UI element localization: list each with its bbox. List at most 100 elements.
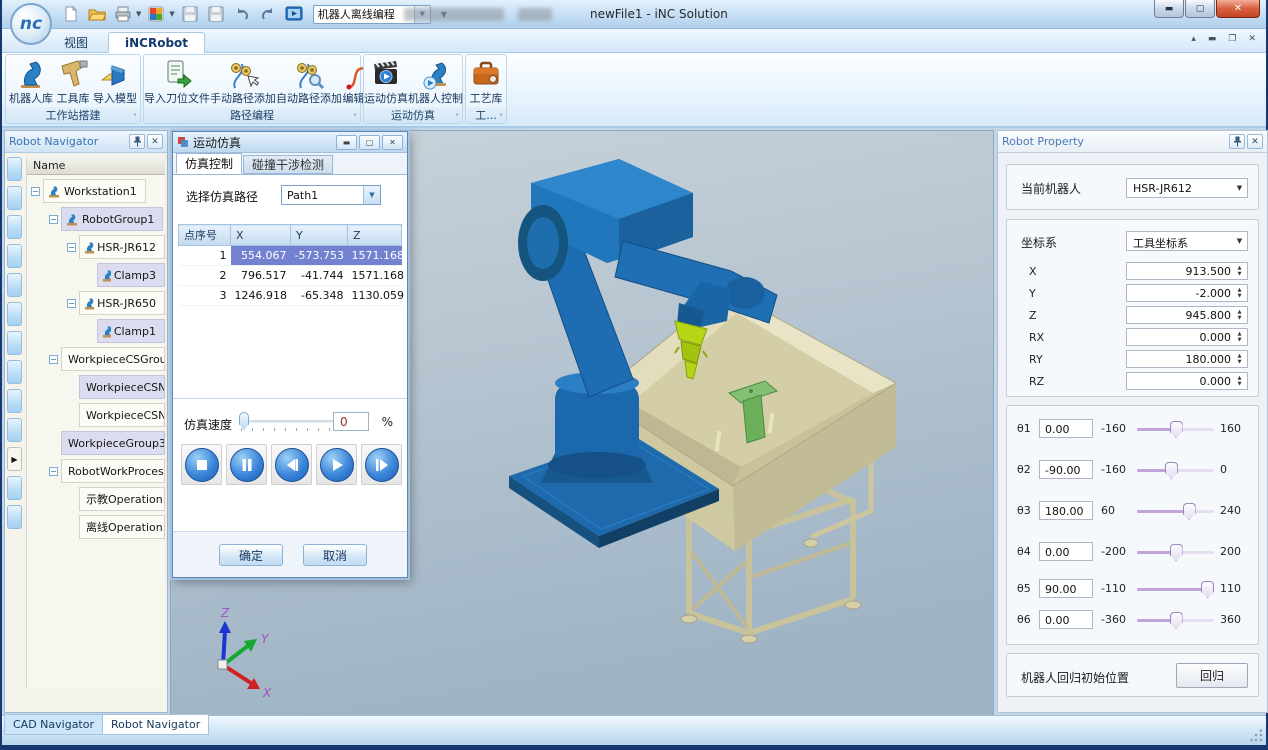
theta5-input[interactable]: 90.00 [1039,579,1093,598]
tree-item-clamp1[interactable]: Clamp1 [27,319,165,343]
play-button[interactable] [316,444,357,485]
close-button[interactable]: ✕ [1216,0,1260,18]
tree-item-teach-operation[interactable]: 示教Operation... [27,487,165,511]
theta6-input[interactable]: 0.00 [1039,610,1093,629]
col-header-x[interactable]: X [231,225,291,246]
strip-button[interactable] [7,215,22,239]
theta4-input[interactable]: 0.00 [1039,542,1093,561]
group-expand-arrow[interactable]: ˅ [499,113,503,122]
tree-item-hsr-jr612[interactable]: − HSR-JR612 [27,235,165,259]
strip-button[interactable] [7,244,22,268]
cancel-button[interactable]: 取消 [303,544,367,566]
x-input[interactable]: 913.500▲▼ [1126,262,1248,280]
print-dropdown-arrow[interactable]: ▼ [136,10,141,18]
minimize-button[interactable]: ▬ [1154,0,1184,18]
tab-robot-navigator[interactable]: Robot Navigator [103,714,209,735]
print-button[interactable] [112,3,134,25]
theta1-slider[interactable] [1137,428,1214,431]
strip-button[interactable] [7,186,22,210]
redo-button[interactable] [257,3,279,25]
mdi-pin-icon[interactable]: ▴ [1191,34,1196,44]
group-expand-arrow[interactable]: ˅ [353,113,357,122]
strip-button[interactable] [7,302,22,326]
col-header-z[interactable]: Z [348,225,402,246]
tab-collision-detection[interactable]: 碰撞干涉检测 [243,155,333,174]
speed-value-input[interactable]: 0 [333,412,369,431]
undo-button[interactable] [231,3,253,25]
robot-library-button[interactable]: 机器人库 [9,57,53,109]
tree-item-workpiececsgroup[interactable]: − WorkpieceCSGrou... [27,347,165,371]
table-row[interactable]: 2 796.517 -41.744 1571.168 [179,266,402,286]
pin-icon[interactable] [1229,134,1245,149]
tree-item-workpiecegroup3[interactable]: WorkpieceGroup3 [27,431,165,455]
collapse-icon[interactable]: − [49,215,58,224]
strip-expand-arrow[interactable]: ▶ [7,447,22,471]
collapse-icon[interactable]: − [49,467,58,476]
theta5-slider[interactable] [1137,588,1214,591]
path-point-table[interactable]: 点序号 X Y Z 1 554.067 -573.753 1571.168 2 … [178,224,402,306]
spinner-arrows[interactable]: ▲▼ [1234,264,1245,278]
spinner-arrows[interactable]: ▲▼ [1234,374,1245,388]
tree-item-workstation1[interactable]: − Workstation1 [27,179,165,203]
save-all-button[interactable] [205,3,227,25]
strip-button[interactable] [7,389,22,413]
group-expand-arrow[interactable]: ˅ [133,113,137,122]
dialog-close-button[interactable]: ✕ [382,135,403,150]
step-back-button[interactable] [271,444,312,485]
tree-item-robotgroup1[interactable]: − RobotGroup1 [27,207,165,231]
tool-library-button[interactable]: 工具库 [56,57,90,109]
close-icon[interactable]: ✕ [147,134,163,149]
pin-icon[interactable] [129,134,145,149]
strip-button[interactable] [7,505,22,529]
dialog-title-bar[interactable]: 运动仿真 ▬ ▢ ✕ [173,132,407,153]
dialog-maximize-button[interactable]: ▢ [359,135,380,150]
capture-dropdown-arrow[interactable]: ▼ [169,10,174,18]
path-combobox[interactable]: Path1 ▼ [281,185,381,205]
theta1-input[interactable]: 0.00 [1039,419,1093,438]
mdi-minimize-button[interactable]: ▬ [1208,34,1217,44]
strip-button[interactable] [7,360,22,384]
tab-view[interactable]: 视图 [48,32,104,53]
mdi-close-button[interactable]: ✕ [1248,34,1256,44]
tree-item-clamp3[interactable]: Clamp3 [27,263,165,287]
import-cl-file-button[interactable]: 导入刀位文件 [144,57,210,109]
dialog-minimize-button[interactable]: ▬ [336,135,357,150]
strip-button[interactable] [7,157,22,181]
strip-button[interactable] [7,331,22,355]
ry-input[interactable]: 180.000▲▼ [1126,350,1248,368]
strip-button[interactable] [7,476,22,500]
screen-button[interactable] [283,3,305,25]
rx-input[interactable]: 0.000▲▼ [1126,328,1248,346]
table-row[interactable]: 3 1246.918 -65.348 1130.059 [179,286,402,306]
current-robot-combobox[interactable]: HSR-JR612 ▼ [1126,178,1248,198]
close-icon[interactable]: ✕ [1247,134,1263,149]
motion-simulation-button[interactable]: 运动仿真 [364,57,408,109]
stop-button[interactable] [181,444,222,485]
strip-button[interactable] [7,418,22,442]
tree-item-robotworkprocess4[interactable]: − RobotWorkProcess4 [27,459,165,483]
collapse-icon[interactable]: − [49,355,58,364]
maximize-button[interactable]: ▢ [1185,0,1215,18]
collapse-icon[interactable]: − [31,187,40,196]
theta2-slider[interactable] [1137,469,1214,472]
step-forward-button[interactable] [361,444,402,485]
spinner-arrows[interactable]: ▲▼ [1234,352,1245,366]
slider-thumb[interactable] [1165,462,1178,479]
slider-thumb[interactable] [1183,503,1196,520]
home-button[interactable]: 回归 [1176,663,1248,688]
spinner-arrows[interactable]: ▲▼ [1234,308,1245,322]
collapse-icon[interactable]: − [67,299,76,308]
resize-grip[interactable] [1250,729,1264,743]
z-input[interactable]: 945.800▲▼ [1126,306,1248,324]
spinner-arrows[interactable]: ▲▼ [1234,330,1245,344]
robot-control-button[interactable]: 机器人控制 [408,57,463,109]
tab-incrobot[interactable]: iNCRobot [108,32,205,53]
rz-input[interactable]: 0.000▲▼ [1126,372,1248,390]
tab-simulation-control[interactable]: 仿真控制 [176,153,242,174]
slider-thumb[interactable] [1170,421,1183,438]
y-input[interactable]: -2.000▲▼ [1126,284,1248,302]
col-header-y[interactable]: Y [291,225,348,246]
pause-button[interactable] [226,444,267,485]
tree-item-workpiececsn1[interactable]: WorkpieceCSN... [27,375,165,399]
new-file-button[interactable] [60,3,82,25]
